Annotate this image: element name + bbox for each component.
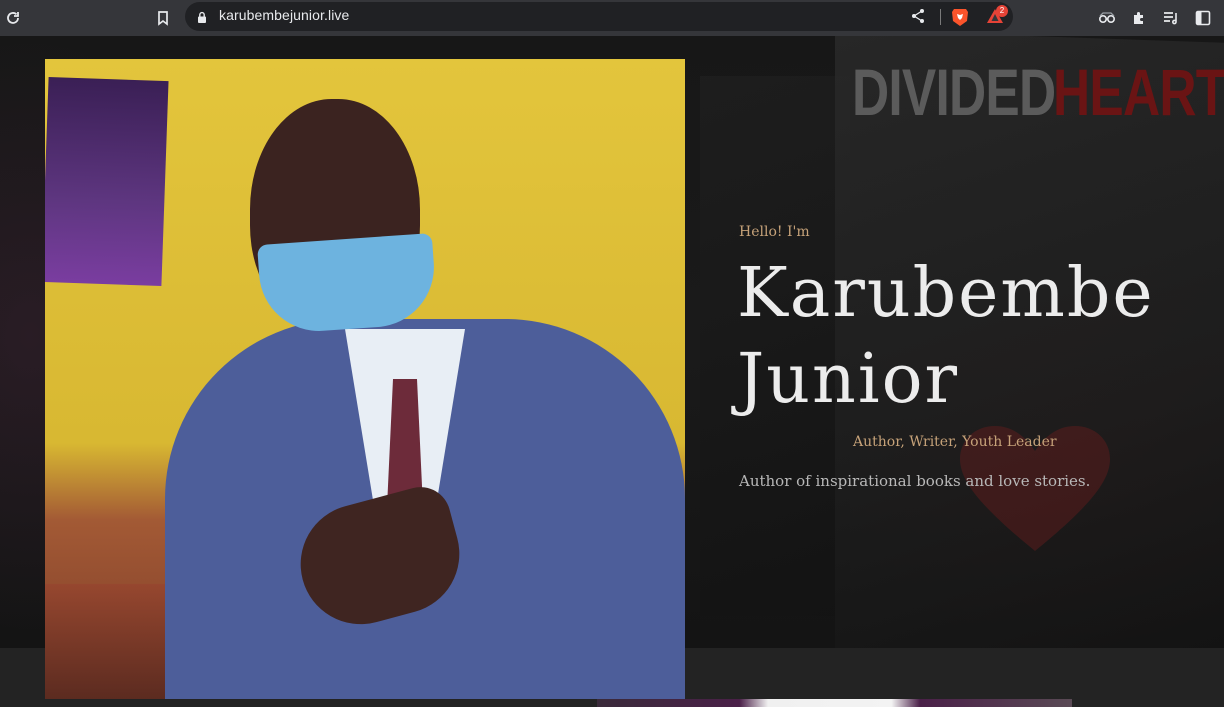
puzzle-icon[interactable]	[1127, 6, 1151, 30]
hero-greeting: Hello! I'm	[739, 224, 810, 240]
next-section-preview	[597, 699, 1072, 707]
hero-section: DIVIDED HEART Hello! I'm Karubembe Junio…	[0, 36, 1224, 707]
lock-icon[interactable]	[197, 9, 207, 28]
browser-toolbar: karubembejunior.live 2	[0, 0, 1224, 36]
brave-shields-icon[interactable]	[951, 7, 969, 31]
sidebar-icon[interactable]	[1191, 6, 1215, 30]
photo-poster	[45, 76, 169, 287]
hero-name: Karubembe Junior	[737, 251, 1207, 423]
hero-roles: Author, Writer, Youth Leader	[853, 434, 1057, 450]
hero-name-line1: Karubembe	[737, 254, 1155, 333]
author-photo	[45, 59, 685, 699]
rewards-badge: 2	[996, 5, 1008, 17]
background-book-title-heart: HEART	[1053, 55, 1224, 129]
background-book-title-divided: DIVIDED	[852, 55, 1056, 129]
address-bar[interactable]: karubembejunior.live 2	[185, 2, 1013, 31]
share-icon[interactable]	[911, 8, 925, 28]
reload-icon[interactable]	[1, 6, 25, 30]
hero-tagline: Author of inspirational books and love s…	[739, 472, 1091, 490]
hero-name-line2: Junior	[737, 340, 960, 419]
url-text[interactable]: karubembejunior.live	[219, 7, 349, 23]
extension-icon[interactable]	[1095, 6, 1119, 30]
bookmark-icon[interactable]	[151, 6, 175, 30]
reading-list-icon[interactable]	[1159, 6, 1183, 30]
omnibox-divider	[940, 9, 941, 25]
